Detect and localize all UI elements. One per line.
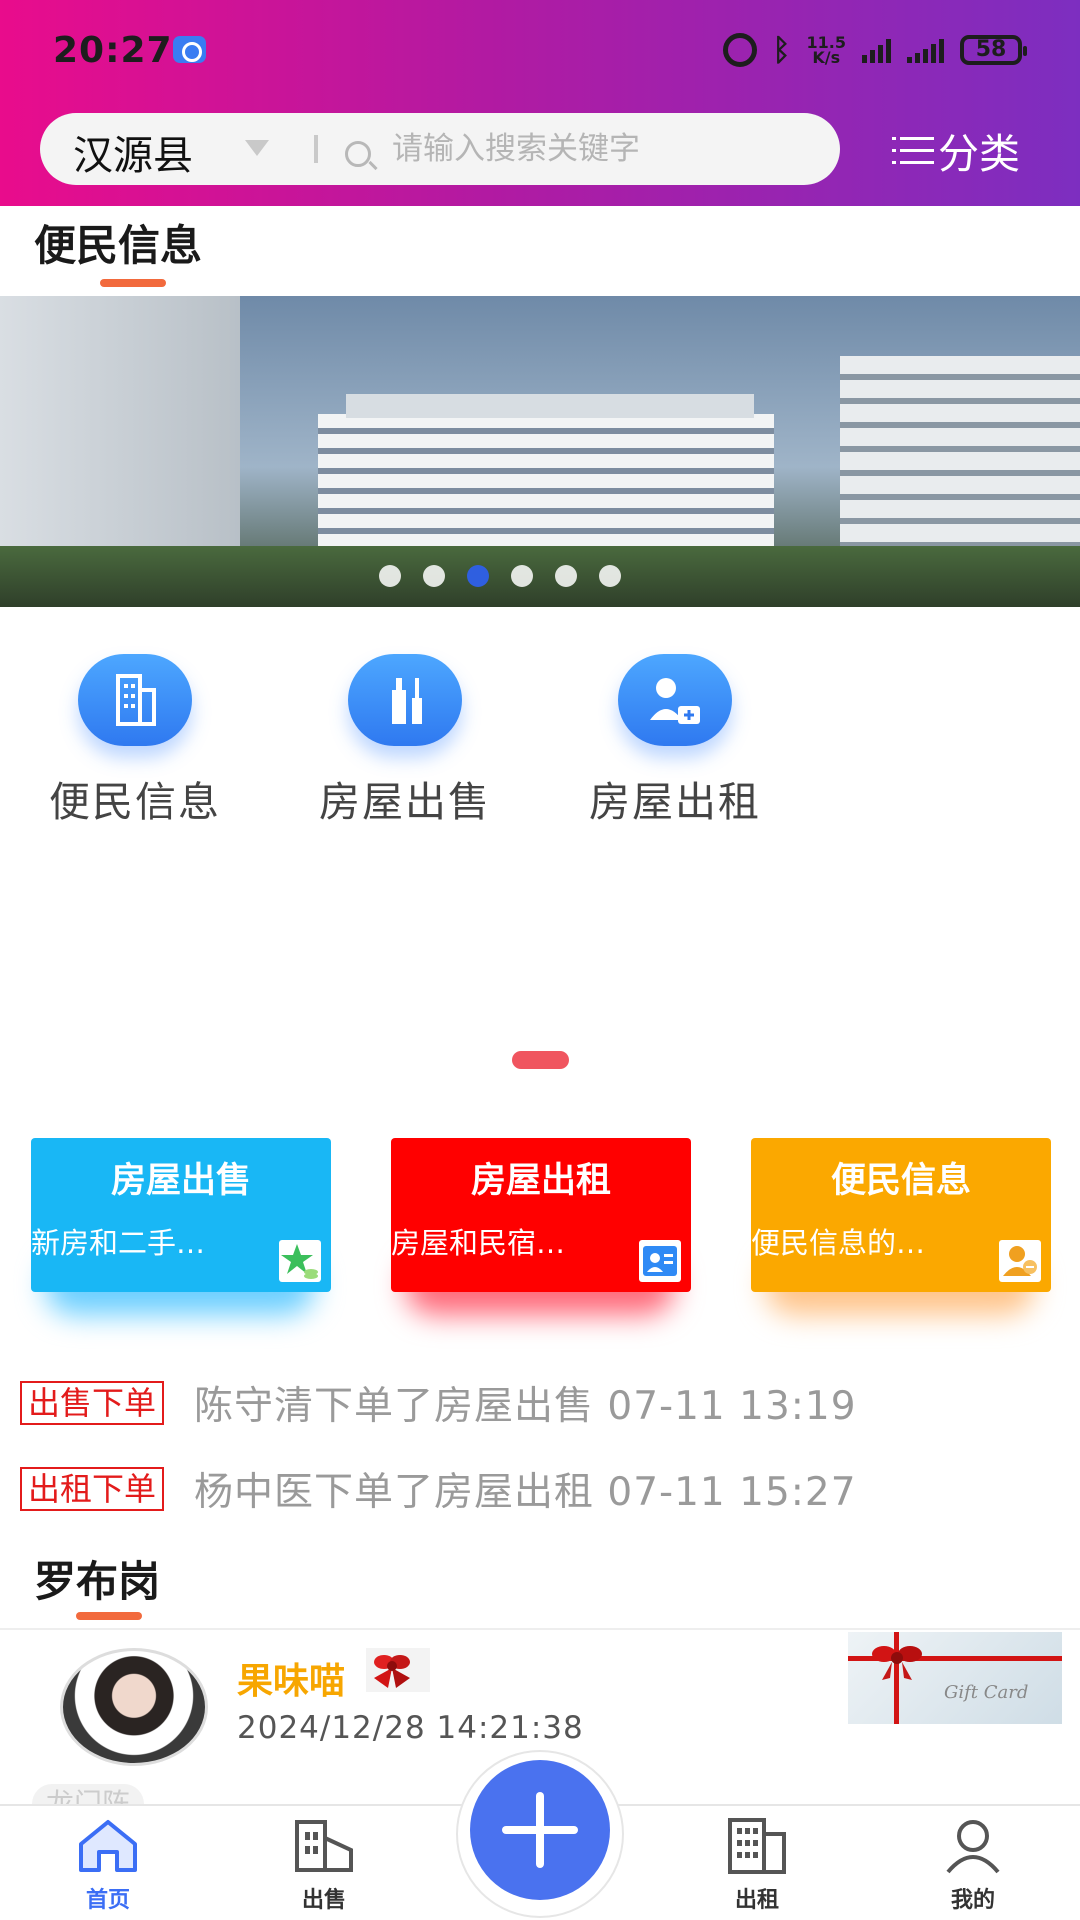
- bluetooth-icon: ᛒ: [772, 32, 791, 68]
- notice-tag: 出售下单: [20, 1381, 165, 1425]
- nav-home[interactable]: 首页: [43, 1816, 173, 1914]
- status-bar: 20:27 ᛒ 11.5 K/s 58: [0, 0, 1080, 100]
- card-title: 房屋出售: [110, 1161, 251, 1201]
- shortcut-label: 便民信息: [49, 778, 221, 826]
- search-icon: [345, 141, 371, 167]
- card-desc: 房屋和民宿…: [391, 1226, 566, 1260]
- bow-icon: [872, 1646, 922, 1680]
- search-divider: [314, 135, 318, 163]
- bottles-icon: [348, 654, 462, 746]
- signal-icon: [862, 37, 891, 63]
- card-house-rent[interactable]: 房屋出租 房屋和民宿…: [391, 1138, 691, 1292]
- notice-text: 陈守清下单了房屋出售 07-11 13:19: [194, 1384, 857, 1429]
- alarm-icon: [722, 33, 757, 67]
- net-speed: 11.5 K/s: [806, 33, 846, 67]
- avatar[interactable]: [60, 1648, 208, 1766]
- nav-label: 首页: [85, 1888, 130, 1913]
- signal-icon-2: [907, 37, 944, 63]
- post-author[interactable]: 果味喵: [237, 1652, 345, 1704]
- banner-dot[interactable]: [379, 565, 401, 587]
- shortcut-label: 房屋出售: [319, 778, 491, 826]
- battery-indicator: 58: [960, 35, 1027, 65]
- section-title-local: 罗布岗: [34, 1557, 161, 1606]
- shortcut-convenience-info[interactable]: 便民信息: [25, 654, 245, 828]
- person-medkit-icon: [618, 654, 732, 746]
- status-time: 20:27: [53, 30, 173, 71]
- card-title: 房屋出租: [470, 1161, 611, 1201]
- post-divider: [0, 1628, 1080, 1630]
- person-chat-icon: [999, 1240, 1041, 1282]
- building-icon: [78, 654, 192, 746]
- banner-dot[interactable]: [467, 565, 489, 587]
- section-underline: [76, 1612, 142, 1620]
- card-house-sale[interactable]: 房屋出售 新房和二手…: [31, 1138, 331, 1292]
- add-post-button[interactable]: [470, 1760, 610, 1900]
- home-icon: [75, 1816, 141, 1874]
- card-desc: 新房和二手…: [31, 1226, 206, 1260]
- category-label: 分类: [938, 130, 1020, 178]
- chevron-down-icon[interactable]: [245, 140, 269, 156]
- notice-item[interactable]: 出租下单 杨中医下单了房屋出租 07-11 15:27: [20, 1466, 857, 1515]
- card-desc: 便民信息的…: [751, 1226, 926, 1260]
- id-card-icon: [639, 1240, 681, 1282]
- menu-icon: [892, 135, 934, 165]
- card-title: 便民信息: [830, 1161, 971, 1201]
- banner-dot[interactable]: [511, 565, 533, 587]
- nav-rent[interactable]: 出租: [692, 1816, 822, 1914]
- shield-icon: [173, 36, 206, 63]
- shortcut-pager-indicator: [512, 1051, 569, 1069]
- nav-label: 出售: [301, 1888, 346, 1913]
- notice-tag: 出租下单: [20, 1467, 165, 1511]
- gift-card-text: Gift Card: [944, 1682, 1029, 1703]
- shortcut-house-sale[interactable]: 房屋出售: [295, 654, 515, 828]
- notice-item[interactable]: 出售下单 陈守清下单了房屋出售 07-11 13:19: [20, 1380, 857, 1429]
- building-icon: [291, 1816, 357, 1874]
- category-button[interactable]: 分类: [892, 122, 1020, 178]
- banner-dot[interactable]: [555, 565, 577, 587]
- nav-sell[interactable]: 出售: [259, 1816, 389, 1914]
- section-title-main: 便民信息: [34, 221, 203, 270]
- gift-bow-icon: [366, 1648, 430, 1692]
- search-input[interactable]: [392, 125, 812, 173]
- banner-carousel[interactable]: [0, 296, 1080, 607]
- gift-card-image[interactable]: Gift Card: [848, 1632, 1062, 1724]
- office-building-icon: [724, 1816, 790, 1874]
- shortcut-house-rent[interactable]: 房屋出租: [565, 654, 785, 828]
- card-convenience-info[interactable]: 便民信息 便民信息的…: [751, 1138, 1051, 1292]
- banner-dot[interactable]: [423, 565, 445, 587]
- search-bar: 汉源县: [40, 113, 840, 185]
- post-time: 2024/12/28 14:21:38: [237, 1710, 584, 1746]
- notice-text: 杨中医下单了房屋出租 07-11 15:27: [194, 1470, 857, 1515]
- shortcut-label: 房屋出租: [589, 778, 761, 826]
- nav-label: 我的: [950, 1888, 995, 1913]
- section-underline: [100, 279, 166, 287]
- user-icon: [940, 1816, 1006, 1874]
- banner-indicator: [0, 565, 1080, 587]
- nav-mine[interactable]: 我的: [908, 1816, 1038, 1914]
- banner-dot[interactable]: [599, 565, 621, 587]
- region-selector[interactable]: 汉源县: [73, 123, 193, 181]
- star-coins-icon: [279, 1240, 321, 1282]
- nav-label: 出租: [734, 1888, 779, 1913]
